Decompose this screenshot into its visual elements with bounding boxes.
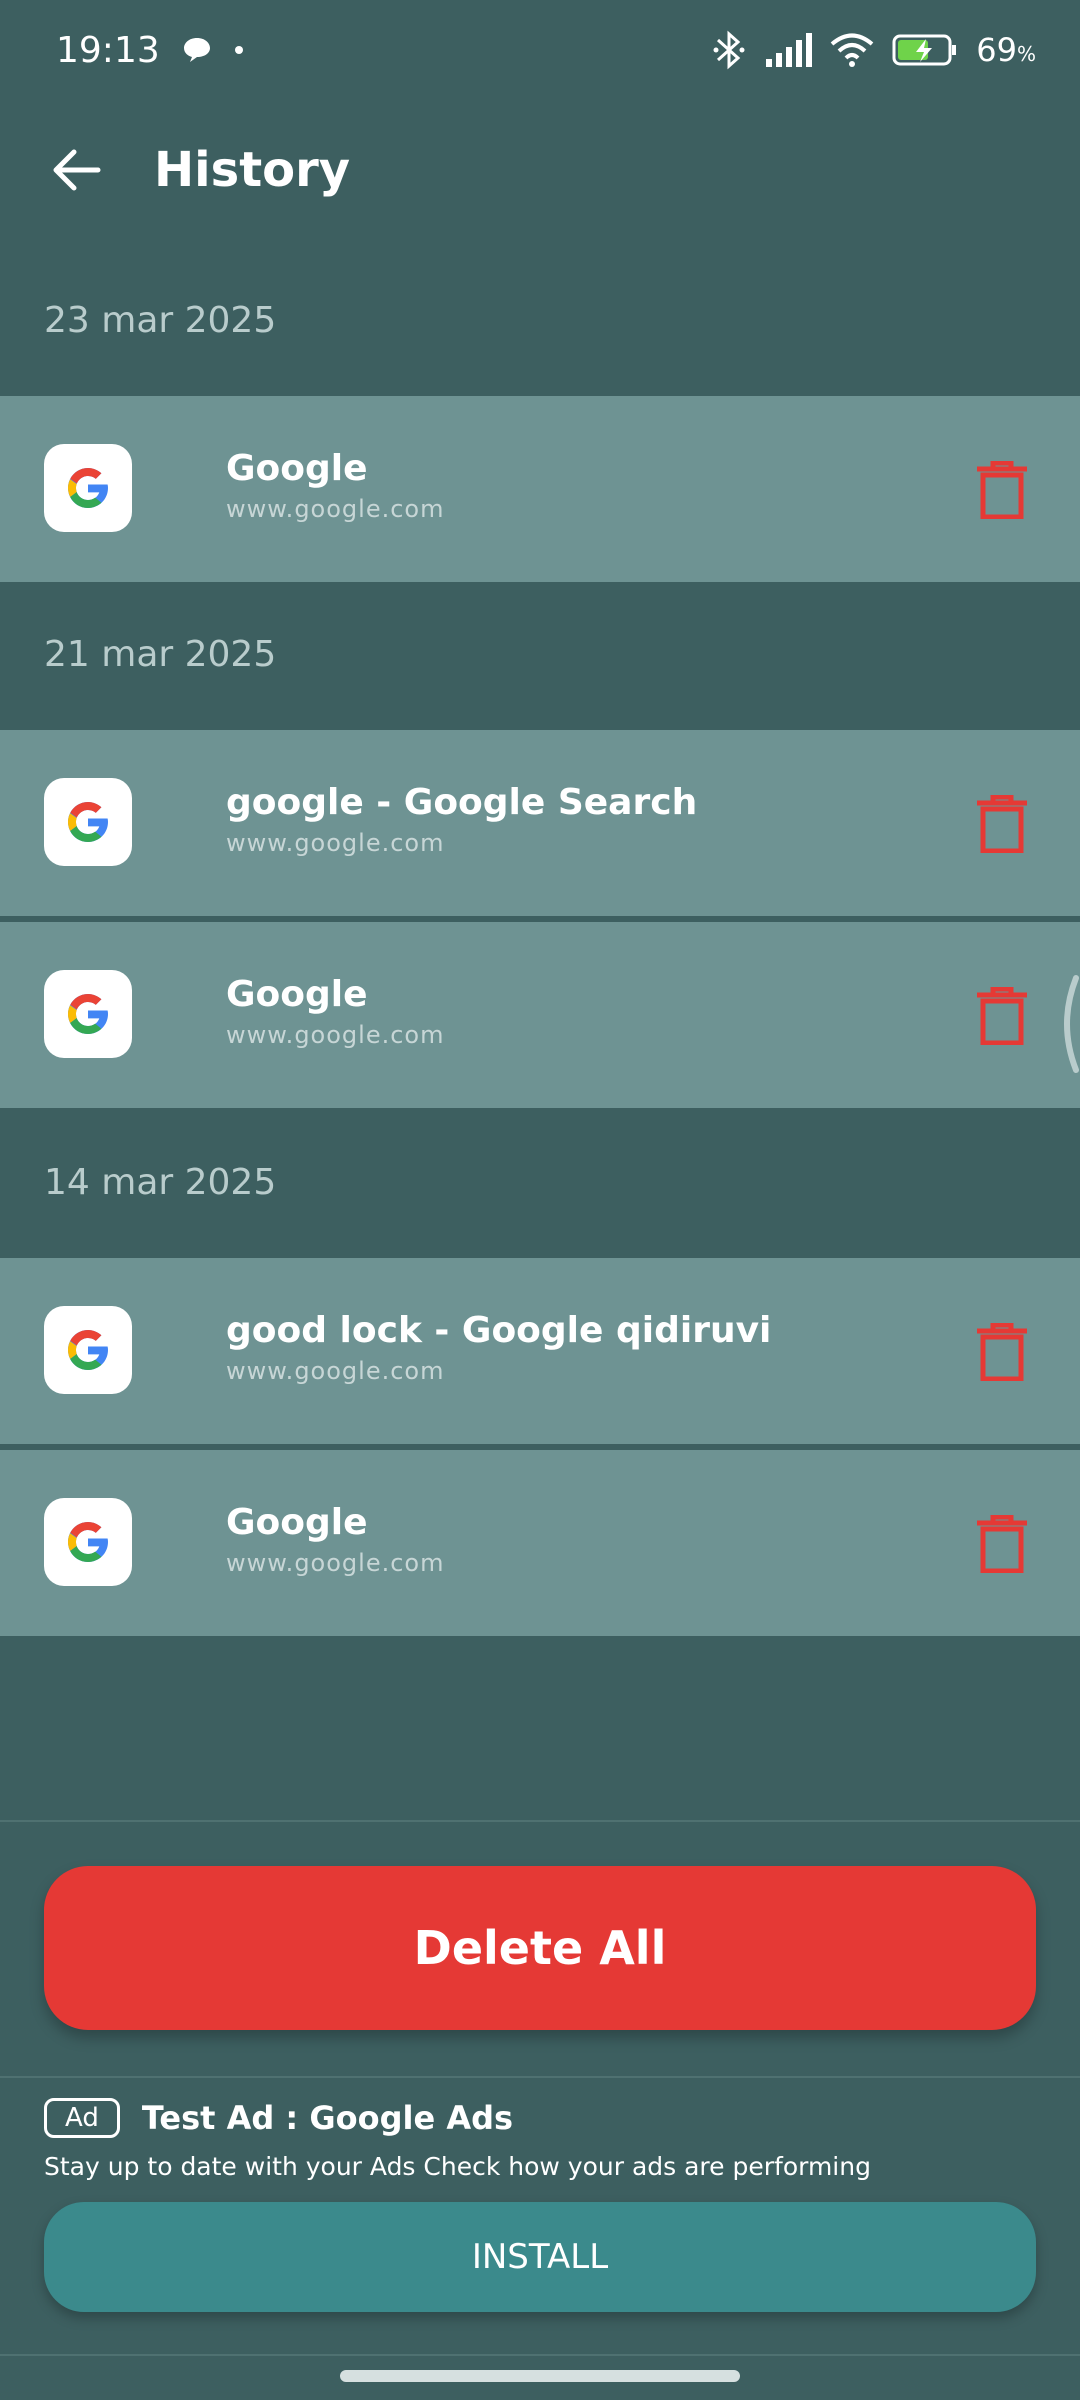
history-item-title: Google [226, 448, 368, 489]
history-item-url: www.google.com [226, 1021, 445, 1049]
page-title: History [154, 142, 351, 198]
delete-item-button[interactable] [972, 1514, 1032, 1574]
history-item-text: Google www.google.com [226, 974, 444, 1049]
history-item-text: Google www.google.com [226, 448, 444, 523]
wifi-icon [830, 33, 874, 67]
history-item-text: good lock - Google qidiruvi www.google.c… [226, 1310, 771, 1385]
date-header: 14 mar 2025 [44, 1162, 277, 1203]
install-button[interactable]: INSTALL [44, 2202, 1036, 2312]
history-item[interactable]: Google www.google.com [0, 1450, 1080, 1636]
history-item[interactable]: Google www.google.com [0, 922, 1080, 1108]
trash-icon [977, 1323, 1027, 1381]
bluetooth-icon [712, 30, 746, 70]
history-item-text: google - Google Search www.google.com [226, 782, 697, 857]
history-item-url: www.google.com [226, 1357, 445, 1385]
status-left: 19:13 [56, 30, 244, 71]
history-item-title: google - Google Search [226, 782, 698, 823]
back-button[interactable] [16, 110, 136, 230]
ad-description: Stay up to date with your Ads Check how … [44, 2152, 871, 2181]
home-indicator[interactable] [340, 2370, 740, 2382]
google-favicon-icon [44, 1498, 132, 1586]
history-item[interactable]: good lock - Google qidiruvi www.google.c… [0, 1258, 1080, 1444]
google-favicon-icon [44, 1306, 132, 1394]
battery-charging-icon [892, 33, 958, 67]
history-item-text: Google www.google.com [226, 1502, 444, 1577]
delete-item-button[interactable] [972, 460, 1032, 520]
app-bar: History [0, 100, 1080, 240]
trash-icon [977, 1515, 1027, 1573]
scroll-handle[interactable] [1052, 974, 1080, 1074]
delete-all-button[interactable]: Delete All [44, 1866, 1036, 2030]
delete-item-button[interactable] [972, 986, 1032, 1046]
history-item-url: www.google.com [226, 1549, 445, 1577]
history-item-url: www.google.com [226, 495, 445, 523]
divider [0, 1820, 1080, 1822]
battery-level: 69% [976, 31, 1036, 69]
history-item-title: good lock - Google qidiruvi [226, 1310, 772, 1351]
trash-icon [977, 987, 1027, 1045]
ad-badge: Ad [44, 2098, 120, 2138]
chat-bubble-icon [182, 36, 212, 64]
delete-item-button[interactable] [972, 794, 1032, 854]
history-item[interactable]: Google www.google.com [0, 396, 1080, 582]
ad-header: Ad Test Ad : Google Ads [44, 2098, 1036, 2138]
history-item-title: Google [226, 974, 368, 1015]
google-favicon-icon [44, 970, 132, 1058]
status-bar: 19:13 69% [0, 0, 1080, 100]
history-item-url: www.google.com [226, 829, 445, 857]
trash-icon [977, 461, 1027, 519]
google-favicon-icon [44, 778, 132, 866]
dot-icon [234, 45, 244, 55]
delete-item-button[interactable] [972, 1322, 1032, 1382]
ad-title: Test Ad : Google Ads [141, 2099, 514, 2137]
trash-icon [977, 795, 1027, 853]
signal-icon [764, 33, 813, 67]
divider [0, 2076, 1080, 2078]
date-header: 23 mar 2025 [44, 300, 277, 341]
arrow-left-icon [53, 149, 101, 191]
divider [0, 2354, 1080, 2356]
ad-banner[interactable]: Ad Test Ad : Google Ads Stay up to date … [44, 2098, 1036, 2181]
status-right: 69% [712, 30, 1036, 70]
history-item[interactable]: google - Google Search www.google.com [0, 730, 1080, 916]
status-time: 19:13 [56, 29, 160, 71]
history-item-title: Google [226, 1502, 368, 1543]
google-favicon-icon [44, 444, 132, 532]
date-header: 21 mar 2025 [44, 634, 277, 675]
